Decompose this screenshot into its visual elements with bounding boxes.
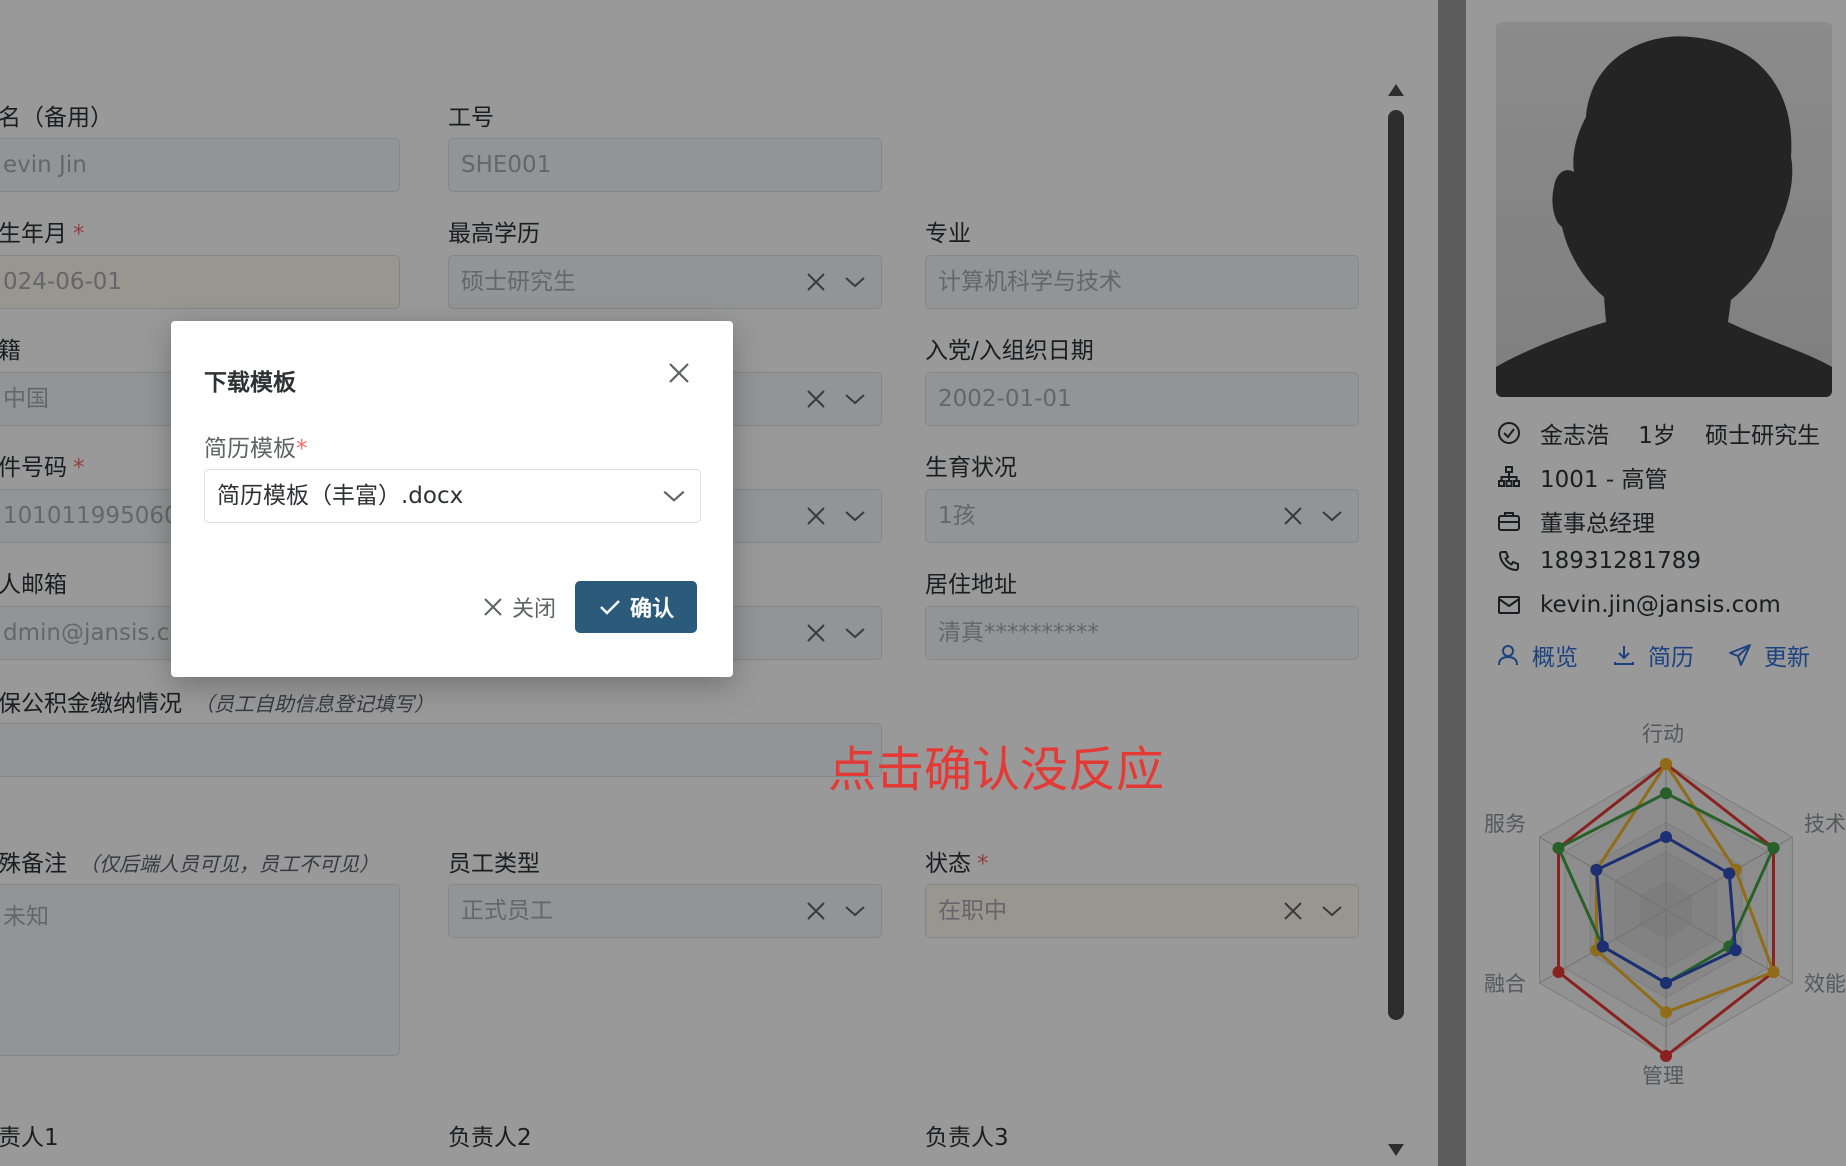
check-icon [600,600,620,615]
annotation-text: 点击确认没反应 [828,742,1165,798]
close-icon [484,598,502,616]
close-icon [669,363,689,383]
dialog-confirm-button[interactable]: 确认 [575,581,697,633]
dialog-title: 下载模板 [204,370,296,396]
resume-template-label: 简历模板* [204,436,308,462]
resume-template-select[interactable]: 简历模板（丰富）.docx [204,469,701,523]
chevron-down-icon [661,470,687,522]
dialog-close-button[interactable] [663,357,695,389]
dialog-cancel-button[interactable]: 关闭 [474,581,564,633]
download-template-dialog: 下载模板 简历模板* 简历模板（丰富）.docx 关闭 确认 [171,321,733,677]
